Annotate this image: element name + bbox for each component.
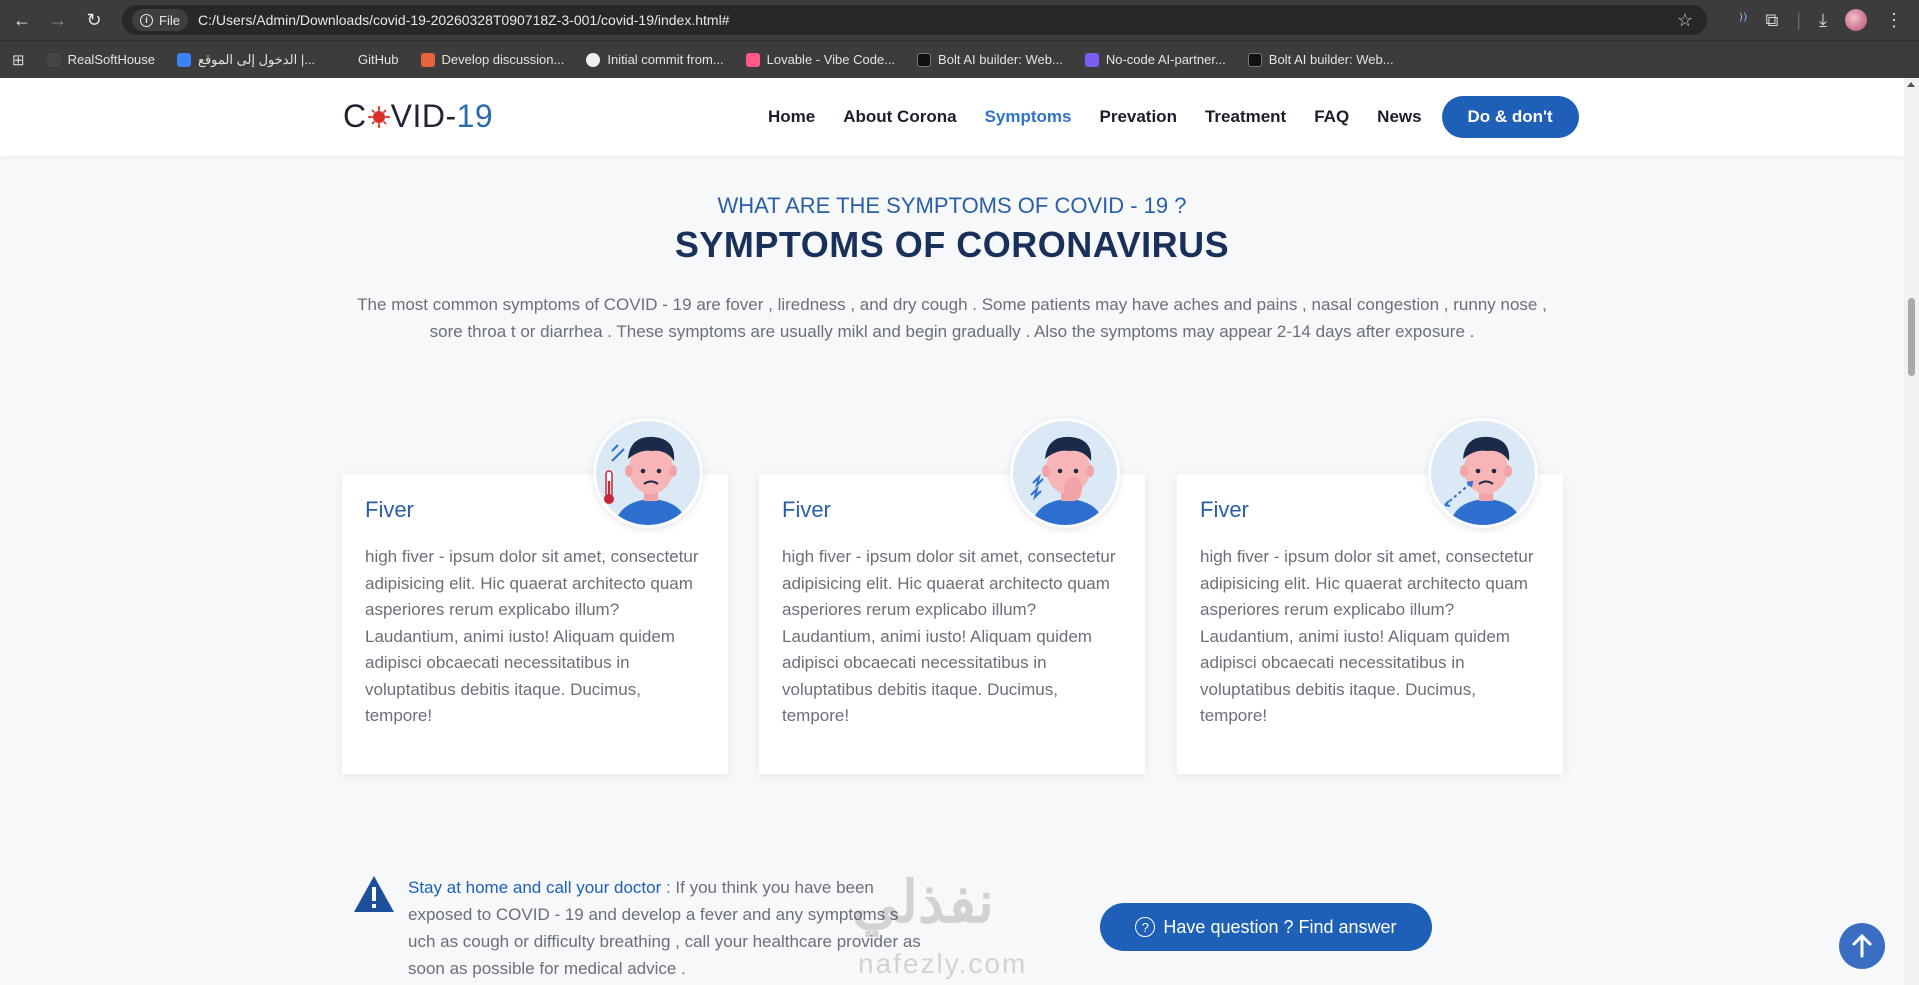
nav-symptoms[interactable]: Symptoms <box>971 96 1086 138</box>
bookmark-item[interactable]: Develop discussion... <box>413 46 573 74</box>
section-intro: The most common symptoms of COVID - 19 a… <box>357 295 1547 341</box>
nav-about-corona[interactable]: About Corona <box>829 96 970 138</box>
page-scrollbar[interactable] <box>1904 78 1919 985</box>
browser-toolbar: ← → ↻ i File C:/Users/Admin/Downloads/co… <box>0 0 1919 40</box>
fever-thermometer-icon <box>593 418 703 528</box>
site-header: C VID- 19 Home About Corona Symptoms Prev… <box>0 78 1904 156</box>
section-heading: SYMPTOMS OF CORONAVIRUS <box>674 224 1230 265</box>
bookmark-favicon <box>46 52 61 67</box>
download-icon[interactable]: ⤓ <box>1819 10 1827 31</box>
do-and-dont-button[interactable]: Do & don't <box>1441 96 1579 138</box>
card-body: high fiver - ipsum dolor sit amet, conse… <box>365 547 699 725</box>
url-text[interactable]: C:/Users/Admin/Downloads/covid-19-202603… <box>198 12 730 28</box>
arrow-up-icon <box>1852 933 1872 958</box>
card-title: Fiver <box>1200 497 1249 522</box>
bookmark-item[interactable]: Lovable - Vibe Code... <box>738 46 903 74</box>
cast-icon[interactable]: ⁾⁾ <box>1739 10 1748 31</box>
bookmark-item[interactable]: RealSoftHouse <box>39 46 163 74</box>
bookmark-item[interactable]: Initial commit from... <box>578 46 731 74</box>
site-logo[interactable]: C VID- 19 <box>343 98 493 135</box>
bookmark-favicon <box>745 52 760 67</box>
extensions-icon[interactable]: ⧉ <box>1765 10 1778 31</box>
bookmark-favicon <box>1084 52 1099 67</box>
site-info-chip[interactable]: i File <box>132 9 188 31</box>
scrollbar-thumb[interactable] <box>1908 298 1915 376</box>
bookmark-favicon <box>917 52 932 67</box>
section-kicker: WHAT ARE THE SYMPTOMS OF COVID - 19 ? <box>717 193 1187 218</box>
advice-text: Stay at home and call your doctor : If y… <box>408 878 921 978</box>
bookmark-favicon <box>177 52 192 67</box>
apps-grid-icon[interactable]: ⊞ <box>12 51 25 69</box>
nav-home[interactable]: Home <box>754 96 829 138</box>
address-bar[interactable]: i File C:/Users/Admin/Downloads/covid-19… <box>122 5 1707 35</box>
nav-faq[interactable]: FAQ <box>1300 96 1363 138</box>
separator: | <box>1796 9 1802 30</box>
card-title: Fiver <box>782 497 831 522</box>
reload-icon[interactable]: ↻ <box>80 6 108 34</box>
back-arrow-icon[interactable]: ← <box>8 6 36 34</box>
bookmark-item[interactable]: الدخول إلى الموقع |... <box>169 46 323 74</box>
find-answer-button[interactable]: ? Have question ? Find answer <box>1100 903 1432 951</box>
advice-lead: Stay at home and call your doctor <box>408 878 662 897</box>
card-body: high fiver - ipsum dolor sit amet, conse… <box>782 547 1116 725</box>
bookmark-favicon <box>420 52 435 67</box>
card-body: high fiver - ipsum dolor sit amet, conse… <box>1200 547 1534 725</box>
nav-news[interactable]: News <box>1363 96 1435 138</box>
bookmark-item[interactable]: GitHub <box>329 46 406 74</box>
bookmark-item[interactable]: Bolt AI builder: Web... <box>909 46 1071 74</box>
warning-icon <box>354 876 394 912</box>
bookmark-favicon <box>337 52 352 67</box>
scroll-up-arrow-icon[interactable] <box>1907 82 1915 87</box>
forward-arrow-icon[interactable]: → <box>44 6 72 34</box>
profile-avatar[interactable] <box>1845 9 1867 31</box>
bookmark-item[interactable]: Bolt AI builder: Web... <box>1240 46 1402 74</box>
bookmark-item[interactable]: No-code AI-partner... <box>1077 46 1234 74</box>
bookmarks-bar: ⊞ RealSoftHouse الدخول إلى الموقع |... G… <box>0 40 1919 78</box>
nav-prevation[interactable]: Prevation <box>1085 96 1190 138</box>
info-icon: i <box>140 13 153 27</box>
bookmark-favicon <box>1247 52 1262 67</box>
main-nav: Home About Corona Symptoms Prevation Tre… <box>754 96 1579 138</box>
bookmark-star-icon[interactable]: ☆ <box>1677 10 1693 31</box>
virus-icon <box>367 105 390 128</box>
question-icon: ? <box>1135 917 1156 937</box>
menu-dots-icon[interactable]: ⋮ <box>1885 10 1903 31</box>
card-title: Fiver <box>365 497 414 522</box>
web-page: C VID- 19 Home About Corona Symptoms Prev… <box>0 78 1904 985</box>
cough-icon <box>1010 418 1120 528</box>
nav-treatment[interactable]: Treatment <box>1191 96 1300 138</box>
scroll-to-top-button[interactable] <box>1839 923 1885 969</box>
github-icon <box>586 52 601 67</box>
breathing-difficulty-icon <box>1428 418 1538 528</box>
